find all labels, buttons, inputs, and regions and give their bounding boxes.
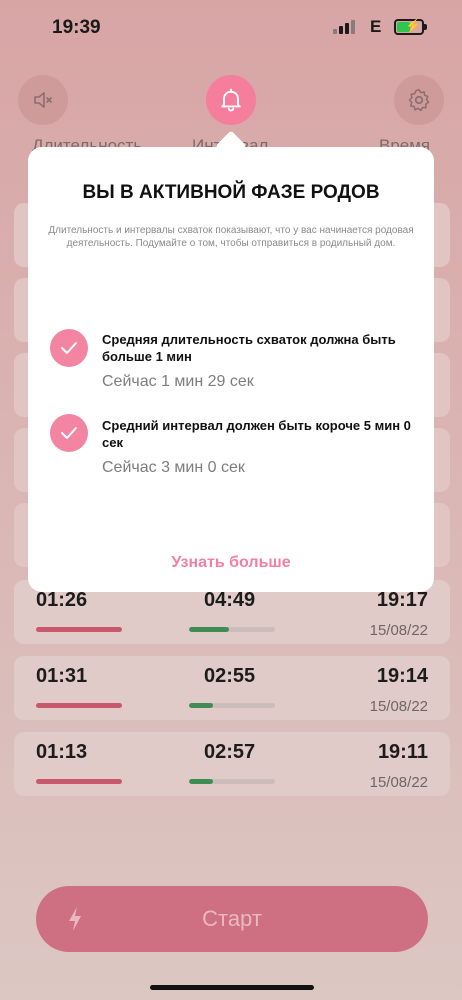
row-duration: 01:26	[36, 589, 88, 611]
row-time: 19:14	[376, 665, 428, 687]
row-date: 15/08/22	[369, 622, 428, 639]
mute-button[interactable]	[18, 75, 68, 125]
network-type: E	[370, 17, 382, 36]
contraction-row[interactable]: 01:31 02:55 19:14 15/08/22	[14, 656, 450, 720]
modal-title: ВЫ В АКТИВНОЙ ФАЗЕ РОДОВ	[82, 182, 380, 203]
duration-bar	[36, 627, 122, 632]
row-time: 19:11	[377, 741, 428, 763]
duration-bar	[36, 703, 122, 708]
battery-icon: ⚡	[394, 18, 427, 35]
speaker-muted-icon	[34, 92, 52, 108]
requirement-title: Средний интервал должен быть короче 5 ми…	[102, 418, 411, 450]
contraction-row[interactable]: 01:13 02:57 19:11 15/08/22	[14, 732, 450, 796]
row-duration: 01:13	[36, 741, 88, 763]
row-duration: 01:31	[36, 665, 88, 687]
row-date: 15/08/22	[369, 698, 428, 715]
row-time: 19:17	[376, 589, 428, 611]
requirement-current: Сейчас 3 мин 0 сек	[102, 459, 245, 476]
row-interval: 02:57	[204, 741, 256, 763]
active-phase-modal: ВЫ В АКТИВНОЙ ФАЗЕ РОДОВ Длительность и …	[28, 147, 434, 592]
modal-description: Длительность и интервалы схваток показыв…	[48, 225, 414, 249]
gear-icon	[408, 88, 430, 112]
home-indicator[interactable]	[150, 985, 314, 990]
check-icon	[50, 414, 88, 452]
row-interval: 02:55	[204, 665, 256, 687]
interval-bar	[189, 703, 275, 708]
check-icon	[50, 329, 88, 367]
bell-icon	[221, 88, 241, 112]
duration-bar	[36, 779, 122, 784]
start-button[interactable]: Старт	[36, 886, 428, 952]
interval-bar	[189, 627, 275, 632]
start-button-label: Старт	[202, 906, 262, 931]
row-date: 15/08/22	[369, 774, 428, 791]
interval-bar	[189, 779, 275, 784]
signal-icon	[333, 20, 357, 34]
notification-button[interactable]	[206, 75, 256, 125]
requirement-current: Сейчас 1 мин 29 сек	[102, 373, 254, 390]
status-time: 19:39	[52, 17, 101, 38]
learn-more-link[interactable]: Узнать больше	[28, 554, 434, 572]
settings-button[interactable]	[394, 75, 444, 125]
row-interval: 04:49	[204, 589, 256, 611]
requirement-title: Средняя длительность схваток должна быть…	[102, 332, 396, 364]
